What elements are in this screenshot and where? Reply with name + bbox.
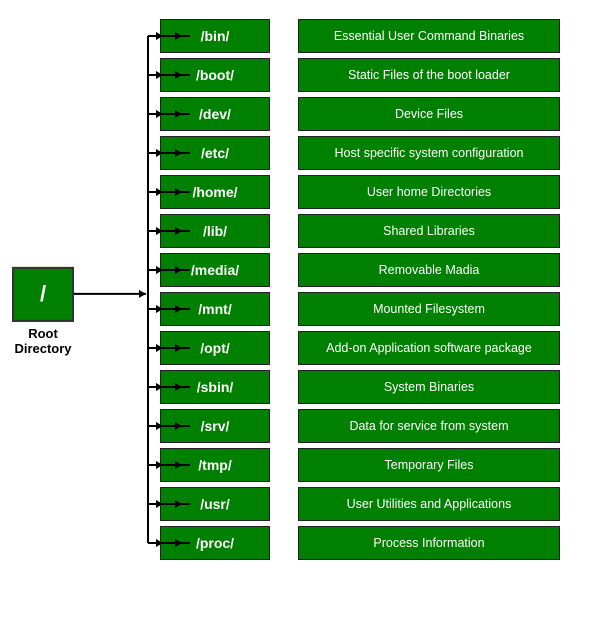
table-row: /usr/User Utilities and Applications [160,486,602,522]
table-row: /tmp/Temporary Files [160,447,602,483]
dir-box: /media/ [160,253,270,287]
desc-box: User Utilities and Applications [298,487,560,521]
table-row: /lib/Shared Libraries [160,213,602,249]
dir-box: /etc/ [160,136,270,170]
desc-box: System Binaries [298,370,560,404]
desc-box: Essential User Command Binaries [298,19,560,53]
dir-box: /tmp/ [160,448,270,482]
desc-box: Static Files of the boot loader [298,58,560,92]
table-row: /boot/Static Files of the boot loader [160,57,602,93]
table-row: /media/Removable Madia [160,252,602,288]
desc-box: Process Information [298,526,560,560]
dir-box: /boot/ [160,58,270,92]
root-label: RootDirectory [14,325,71,356]
desc-box: Device Files [298,97,560,131]
dir-box: /sbin/ [160,370,270,404]
desc-box: Shared Libraries [298,214,560,248]
table-row: /mnt/Mounted Filesystem [160,291,602,327]
dir-box: /usr/ [160,487,270,521]
desc-box: Temporary Files [298,448,560,482]
dir-box: /dev/ [160,97,270,131]
dir-box: /proc/ [160,526,270,560]
table-row: /proc/Process Information [160,525,602,561]
desc-box: Mounted Filesystem [298,292,560,326]
dir-box: /opt/ [160,331,270,365]
table-row: /srv/Data for service from system [160,408,602,444]
dir-box: /mnt/ [160,292,270,326]
desc-box: Add-on Application software package [298,331,560,365]
desc-box: Removable Madia [298,253,560,287]
desc-box: User home Directories [298,175,560,209]
table-row: /home/User home Directories [160,174,602,210]
dir-box: /lib/ [160,214,270,248]
table-row: /bin/Essential User Command Binaries [160,18,602,54]
desc-box: Host specific system configuration [298,136,560,170]
dir-box: /srv/ [160,409,270,443]
dir-box: /bin/ [160,19,270,53]
root-box: / [12,266,74,321]
table-row: /opt/Add-on Application software package [160,330,602,366]
dir-box: /home/ [160,175,270,209]
table-row: /sbin/System Binaries [160,369,602,405]
table-row: /etc/Host specific system configuration [160,135,602,171]
table-row: /dev/Device Files [160,96,602,132]
desc-box: Data for service from system [298,409,560,443]
